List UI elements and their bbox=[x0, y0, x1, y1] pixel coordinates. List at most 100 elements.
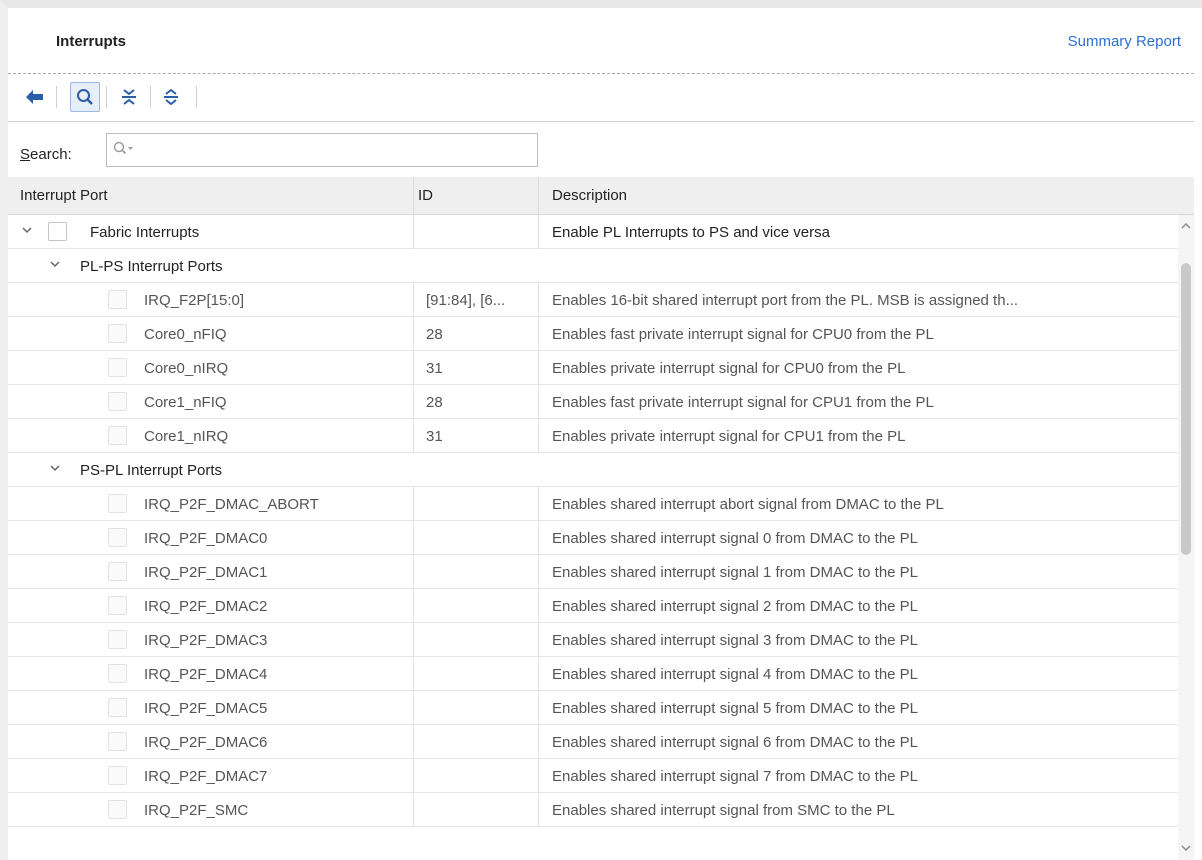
column-divider bbox=[538, 385, 539, 419]
search-label: Search: bbox=[20, 146, 72, 163]
row-checkbox[interactable] bbox=[108, 698, 127, 717]
column-divider bbox=[538, 657, 539, 691]
chevron-down-icon[interactable] bbox=[48, 461, 62, 475]
row-checkbox[interactable] bbox=[108, 324, 127, 343]
port-name: IRQ_P2F_DMAC6 bbox=[144, 734, 268, 751]
table-row[interactable]: Core0_nIRQ 31 Enables private interrupt … bbox=[8, 351, 1178, 385]
collapse-all-button[interactable] bbox=[114, 82, 144, 112]
table-row[interactable]: IRQ_P2F_DMAC6 Enables shared interrupt s… bbox=[8, 725, 1178, 759]
toolbar bbox=[8, 74, 1194, 122]
toolbar-divider bbox=[150, 86, 151, 108]
table-row[interactable]: Fabric Interrupts Enable PL Interrupts t… bbox=[8, 215, 1178, 249]
port-description: Enable PL Interrupts to PS and vice vers… bbox=[552, 224, 830, 241]
search-icon bbox=[113, 141, 133, 155]
port-description: Enables shared interrupt signal 3 from D… bbox=[552, 632, 919, 649]
port-description: Enables shared interrupt signal 2 from D… bbox=[552, 598, 919, 615]
table-row[interactable]: IRQ_P2F_DMAC0 Enables shared interrupt s… bbox=[8, 521, 1178, 555]
row-checkbox[interactable] bbox=[108, 426, 127, 445]
table-row[interactable]: Core1_nFIQ 28 Enables fast private inter… bbox=[8, 385, 1178, 419]
row-checkbox[interactable] bbox=[48, 222, 67, 241]
port-name: IRQ_P2F_DMAC5 bbox=[144, 700, 268, 717]
column-divider bbox=[538, 317, 539, 351]
column-divider bbox=[413, 521, 414, 555]
row-checkbox[interactable] bbox=[108, 562, 127, 581]
port-description: Enables 16-bit shared interrupt port fro… bbox=[552, 292, 1019, 309]
column-divider bbox=[413, 317, 414, 351]
chevron-down-icon[interactable] bbox=[1180, 843, 1192, 853]
table-row[interactable]: PL-PS Interrupt Ports bbox=[8, 249, 1178, 283]
row-checkbox[interactable] bbox=[108, 290, 127, 309]
column-header-interrupt-port[interactable]: Interrupt Port bbox=[20, 187, 108, 204]
group-name: PS-PL Interrupt Ports bbox=[80, 462, 223, 479]
table-row[interactable]: IRQ_P2F_DMAC4 Enables shared interrupt s… bbox=[8, 657, 1178, 691]
port-description: Enables shared interrupt signal 5 from D… bbox=[552, 700, 919, 717]
toolbar-divider bbox=[56, 86, 57, 108]
column-divider bbox=[538, 691, 539, 725]
table-row[interactable]: Core0_nFIQ 28 Enables fast private inter… bbox=[8, 317, 1178, 351]
port-description: Enables shared interrupt signal 1 from D… bbox=[552, 564, 919, 581]
port-name: IRQ_P2F_DMAC7 bbox=[144, 768, 268, 785]
column-divider bbox=[413, 215, 414, 249]
row-checkbox[interactable] bbox=[108, 528, 127, 547]
port-description: Enables shared interrupt signal 0 from D… bbox=[552, 530, 919, 547]
column-divider bbox=[413, 657, 414, 691]
table-row[interactable]: IRQ_P2F_DMAC_ABORT Enables shared interr… bbox=[8, 487, 1178, 521]
column-divider bbox=[538, 793, 539, 827]
row-checkbox[interactable] bbox=[108, 494, 127, 513]
column-divider bbox=[538, 623, 539, 657]
port-description: Enables fast private interrupt signal fo… bbox=[552, 394, 934, 411]
port-name: Core1_nIRQ bbox=[144, 428, 229, 445]
row-checkbox[interactable] bbox=[108, 732, 127, 751]
table-header: Interrupt Port ID Description bbox=[8, 177, 1194, 215]
chevron-down-icon[interactable] bbox=[20, 223, 34, 237]
port-id: [91:84], [6... bbox=[426, 292, 506, 309]
table-row[interactable]: IRQ_P2F_DMAC5 Enables shared interrupt s… bbox=[8, 691, 1178, 725]
port-name: IRQ_P2F_DMAC4 bbox=[144, 666, 268, 683]
table-row[interactable]: IRQ_P2F_DMAC1 Enables shared interrupt s… bbox=[8, 555, 1178, 589]
search-toggle-button[interactable] bbox=[70, 82, 100, 112]
row-checkbox[interactable] bbox=[108, 596, 127, 615]
back-button[interactable] bbox=[20, 82, 50, 112]
table-row[interactable]: Core1_nIRQ 31 Enables private interrupt … bbox=[8, 419, 1178, 453]
toolbar-divider bbox=[106, 86, 107, 108]
port-description: Enables shared interrupt signal 6 from D… bbox=[552, 734, 919, 751]
table-row[interactable]: IRQ_F2P[15:0] [91:84], [6... Enables 16-… bbox=[8, 283, 1178, 317]
search-icon bbox=[77, 89, 93, 105]
summary-report-link[interactable]: Summary Report bbox=[1068, 33, 1181, 50]
column-divider bbox=[538, 351, 539, 385]
column-divider bbox=[538, 555, 539, 589]
row-checkbox[interactable] bbox=[108, 664, 127, 683]
table-row[interactable]: IRQ_P2F_DMAC3 Enables shared interrupt s… bbox=[8, 623, 1178, 657]
table-row[interactable]: PS-PL Interrupt Ports bbox=[8, 453, 1178, 487]
chevron-down-icon[interactable] bbox=[48, 257, 62, 271]
column-divider bbox=[413, 351, 414, 385]
back-icon bbox=[26, 90, 43, 104]
table-row[interactable]: IRQ_P2F_DMAC2 Enables shared interrupt s… bbox=[8, 589, 1178, 623]
column-header-id[interactable]: ID bbox=[418, 187, 433, 204]
column-divider bbox=[413, 555, 414, 589]
column-divider[interactable] bbox=[413, 177, 414, 215]
vertical-scrollbar[interactable] bbox=[1178, 215, 1194, 860]
expand-all-button[interactable] bbox=[156, 82, 186, 112]
scrollbar-thumb[interactable] bbox=[1181, 263, 1191, 555]
row-checkbox[interactable] bbox=[108, 358, 127, 377]
port-name: IRQ_P2F_DMAC_ABORT bbox=[144, 496, 319, 513]
search-input[interactable] bbox=[106, 133, 538, 167]
column-divider bbox=[413, 623, 414, 657]
row-checkbox[interactable] bbox=[108, 800, 127, 819]
column-divider bbox=[413, 691, 414, 725]
column-divider bbox=[413, 759, 414, 793]
row-checkbox[interactable] bbox=[108, 766, 127, 785]
chevron-up-icon[interactable] bbox=[1180, 221, 1192, 231]
port-description: Enables private interrupt signal for CPU… bbox=[552, 360, 906, 377]
table-row[interactable]: IRQ_P2F_DMAC7 Enables shared interrupt s… bbox=[8, 759, 1178, 793]
row-checkbox[interactable] bbox=[108, 630, 127, 649]
table-row[interactable]: IRQ_P2F_SMC Enables shared interrupt sig… bbox=[8, 793, 1178, 827]
port-description: Enables shared interrupt signal 7 from D… bbox=[552, 768, 919, 785]
column-header-description[interactable]: Description bbox=[552, 187, 627, 204]
column-divider bbox=[538, 419, 539, 453]
row-checkbox[interactable] bbox=[108, 392, 127, 411]
interrupt-tree-table: Fabric Interrupts Enable PL Interrupts t… bbox=[8, 215, 1178, 860]
column-divider bbox=[413, 793, 414, 827]
column-divider[interactable] bbox=[538, 177, 539, 215]
